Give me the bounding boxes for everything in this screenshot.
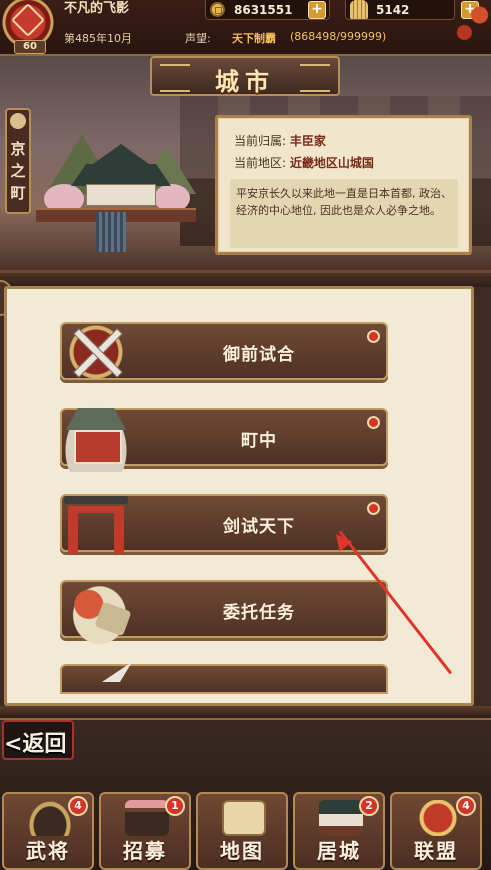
nav-label: 地图 (220, 839, 264, 863)
player-avatar[interactable]: 60 (2, 0, 54, 56)
fan-resource: 5142 + (345, 0, 479, 20)
clan-crest-icon (11, 3, 45, 37)
nav-label: 联盟 (414, 839, 458, 863)
city-name: 京之町 (10, 140, 26, 202)
top-bar: 60 不凡的飞影 8631551 + 5142 + 第485年10月 声望: 天… (0, 0, 491, 56)
fame-title: 天下制霸 (232, 32, 276, 45)
castle-illustration (36, 134, 196, 254)
nav-label: 武将 (26, 839, 70, 863)
shrine-icon (60, 400, 132, 472)
alliance-flag-icon (416, 800, 460, 836)
fan-icon (350, 0, 368, 19)
region-label: 当前地区: (234, 156, 287, 170)
crossed-swords-icon (60, 316, 132, 388)
notification-dot (367, 416, 380, 429)
nav-badge: 1 (165, 796, 185, 816)
fan-value: 5142 (376, 3, 410, 17)
menu-item-label: 剑试天下 (223, 517, 295, 537)
region-line: 当前地区: 近畿地区山城国 (234, 154, 374, 171)
recruit-stand-icon (125, 800, 169, 836)
back-button[interactable]: <返回 (0, 718, 80, 764)
nav-map[interactable]: 地图 (196, 792, 288, 870)
level-badge: 60 (14, 40, 46, 54)
coin-value: 8631551 (234, 3, 293, 17)
nav-recruit[interactable]: 1 招募 (99, 792, 191, 870)
nav-castle[interactable]: 2 居城 (293, 792, 385, 870)
fame-value: (868498/999999) (290, 30, 387, 43)
notification-dot (367, 330, 380, 343)
notification-dot (367, 502, 380, 515)
region-value: 近畿地区山城国 (289, 156, 374, 170)
scroll-icon (60, 572, 132, 644)
menu-item-partial[interactable] (60, 664, 388, 694)
coin-icon (210, 2, 225, 17)
nav-badge: 2 (359, 796, 379, 816)
maple-leaf-icon (453, 0, 491, 50)
player-name: 不凡的飞影 (64, 1, 130, 16)
city-description: 平安京长久以来此地一直是日本首都, 政治、经济的中心地位, 因此也是众人必争之地… (230, 179, 458, 248)
map-icon (222, 800, 266, 836)
add-coin-button[interactable]: + (308, 1, 326, 19)
menu-item-label: 御前试合 (223, 345, 295, 365)
fame-label: 声望: (185, 32, 211, 45)
castle-icon (319, 800, 363, 836)
crest-icon (10, 113, 26, 129)
back-label: <返回 (4, 731, 67, 757)
city-name-tag: 京之町 (5, 108, 31, 214)
title-banner: 城市 (150, 56, 340, 96)
nav-label: 招募 (123, 839, 167, 863)
torii-gate-icon (60, 486, 132, 558)
page-title: 城市 (215, 67, 275, 96)
city-info-box: 当前归属: 丰臣家 当前地区: 近畿地区山城国 平安京长久以来此地一直是日本首都… (215, 115, 472, 255)
nav-badge: 4 (68, 796, 88, 816)
nav-generals[interactable]: 4 武将 (2, 792, 94, 870)
nav-alliance[interactable]: 4 联盟 (390, 792, 482, 870)
game-date: 第485年10月 (64, 32, 132, 45)
nav-badge: 4 (456, 796, 476, 816)
nav-label: 居城 (317, 839, 361, 863)
coin-resource: 8631551 + (205, 0, 330, 20)
menu-item-label: 委托任务 (223, 603, 295, 623)
owner-line: 当前归属: 丰臣家 (234, 132, 326, 149)
menu-item-label: 町中 (241, 431, 277, 451)
owner-label: 当前归属: (234, 134, 287, 148)
owner-value: 丰臣家 (289, 134, 326, 148)
samurai-helmet-icon (28, 800, 72, 836)
